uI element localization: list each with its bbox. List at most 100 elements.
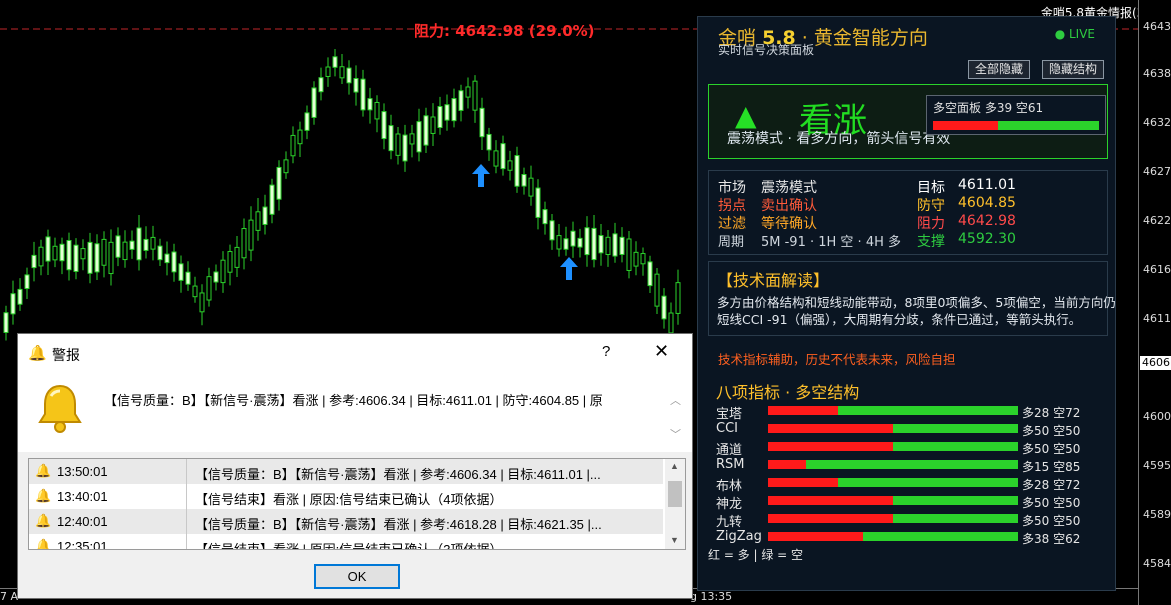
candle-body	[220, 259, 226, 284]
candle-body	[262, 206, 268, 225]
bell-icon: 🔔	[35, 513, 52, 528]
candle-body	[87, 241, 93, 274]
candle-body	[136, 227, 142, 261]
risk-warning: 技术指标辅助，历史不代表未来，风险自担	[718, 352, 956, 367]
bell-icon: 🔔	[28, 345, 47, 362]
indicator-row: CCI 多50 空50	[716, 421, 1108, 438]
list-item[interactable]: 🔔 13:50:01 【信号质量：B】【新信号·震荡】看涨 | 参考:4606.…	[29, 459, 663, 484]
buy-arrow-icon	[560, 257, 578, 280]
price-tick: 4600	[1143, 410, 1171, 423]
candle-body	[80, 248, 86, 260]
signal-note: 震荡模式 · 看多方向，箭头信号有效	[727, 131, 951, 147]
candle-body	[549, 220, 555, 241]
candle-body	[675, 282, 681, 314]
indicator-value: 多50 空50	[1022, 424, 1081, 438]
indicator-name: 神龙	[716, 497, 743, 512]
indicator-long-fill	[768, 442, 893, 451]
indicator-title: 八项指标 · 多空结构	[716, 383, 860, 402]
list-item[interactable]: 🔔 13:40:01 【信号结束】看涨 | 原因:信号结束已确认（4项依据）	[29, 484, 663, 509]
candle-body	[171, 251, 177, 273]
scrollbar-thumb[interactable]	[668, 481, 682, 507]
target-value: 4611.01	[958, 177, 1016, 193]
price-tick: 4616	[1143, 263, 1171, 276]
filter-key: 过滤	[718, 216, 746, 232]
panel-subtitle: 实时信号决策面板	[718, 43, 815, 57]
candle-body	[633, 251, 639, 267]
help-button[interactable]: ?	[602, 343, 610, 360]
candle-body	[325, 66, 331, 77]
support-value: 4592.30	[958, 231, 1016, 247]
candle-body	[304, 112, 310, 131]
candle-body	[178, 263, 184, 281]
ok-button[interactable]: OK	[314, 564, 400, 589]
candle-body	[17, 288, 23, 305]
bell-icon	[38, 384, 82, 433]
bell-icon: 🔔	[35, 463, 52, 478]
candle-body	[122, 241, 128, 261]
candle-body	[108, 241, 114, 275]
candle-body	[556, 235, 562, 250]
resist-key: 阻力	[917, 216, 945, 232]
candle-body	[395, 133, 401, 156]
scroll-down-icon[interactable]: ▼	[670, 535, 679, 545]
column-divider	[186, 459, 187, 484]
candle-body	[3, 312, 9, 333]
indicator-bar	[768, 442, 1018, 451]
defense-value: 4604.85	[958, 195, 1016, 211]
target-key: 目标	[917, 180, 945, 196]
indicator-row: 布林 多28 空72	[716, 475, 1108, 494]
resist-value: 4642.98	[958, 213, 1016, 229]
current-price-marker: 4606	[1140, 356, 1171, 370]
candle-body	[115, 235, 121, 258]
alert-dialog: 🔔 警报 ? ✕ 【信号质量：B】【新信号·震荡】看涨 | 参考:4606.34…	[17, 333, 693, 599]
candle-body	[584, 227, 590, 256]
candle-body	[150, 236, 156, 250]
price-axis[interactable]: 4643 4638 4632 4627 4622 4616 4611 4606 …	[1138, 0, 1171, 605]
indicator-name: 宝塔	[716, 407, 743, 422]
candle-body	[255, 211, 261, 231]
candle-body	[661, 295, 667, 320]
hide-all-button[interactable]: 全部隐藏	[968, 60, 1031, 79]
chevron-down-icon[interactable]: ﹀	[670, 426, 681, 442]
candle-body	[451, 98, 457, 122]
candle-body	[374, 101, 380, 120]
dialog-titlebar[interactable]: 🔔 警报 ? ✕	[18, 334, 692, 372]
hide-structure-button[interactable]: 隐藏结构	[1042, 60, 1105, 79]
indicator-row: 九转 多50 空50	[716, 511, 1108, 530]
candle-body	[24, 274, 30, 290]
turn-key: 拐点	[718, 198, 746, 214]
indicator-name: 布林	[716, 479, 743, 494]
price-tick: 4638	[1143, 67, 1171, 80]
turn-value: 卖出确认	[761, 198, 817, 214]
indicator-name: 九转	[716, 515, 743, 530]
list-item[interactable]: 🔔 12:40:01 【信号质量：B】【新信号·震荡】看涨 | 参考:4618.…	[29, 509, 663, 534]
price-tick: 4589	[1143, 508, 1171, 521]
long-short-title: 多空面板 多39 空61	[933, 101, 1044, 115]
indicator-value: 多50 空50	[1022, 496, 1081, 510]
app-root: 阻力: 4642.98 (29.0%) 金哨5.8黄金情报(3) ☺ 4643 …	[0, 0, 1171, 605]
candle-body	[10, 293, 16, 315]
candle-body	[577, 237, 583, 248]
candle-body	[444, 104, 450, 121]
list-scrollbar[interactable]: ▲ ▼	[665, 459, 685, 549]
indicator-long-fill	[768, 496, 893, 505]
candle-body	[283, 159, 289, 174]
candle-body	[185, 271, 191, 285]
candle-body	[164, 253, 170, 264]
indicator-value: 多28 空72	[1022, 406, 1081, 420]
alert-history-list[interactable]: 🔔 13:50:01 【信号质量：B】【新信号·震荡】看涨 | 参考:4606.…	[28, 458, 686, 550]
tech-title: 【技术面解读】	[717, 271, 830, 290]
indicator-long-fill	[768, 406, 838, 415]
candle-body	[493, 150, 499, 167]
chevron-up-icon[interactable]: ︿	[670, 392, 681, 408]
indicator-value: 多15 空85	[1022, 460, 1081, 474]
column-divider	[186, 534, 187, 549]
candle-body	[332, 56, 338, 68]
close-button[interactable]: ✕	[654, 341, 669, 362]
support-key: 支撑	[917, 234, 945, 250]
filter-value: 等待确认	[761, 216, 817, 232]
list-item[interactable]: 🔔 12:35:01 【信号结束】看涨 | 原因:信号结束已确认（3项依据）	[29, 534, 663, 549]
dialog-message-area: 【信号质量：B】【新信号·震荡】看涨 | 参考:4606.34 | 目标:461…	[18, 372, 692, 452]
scroll-up-icon[interactable]: ▲	[670, 461, 679, 471]
indicator-name: ZigZag	[716, 529, 762, 544]
